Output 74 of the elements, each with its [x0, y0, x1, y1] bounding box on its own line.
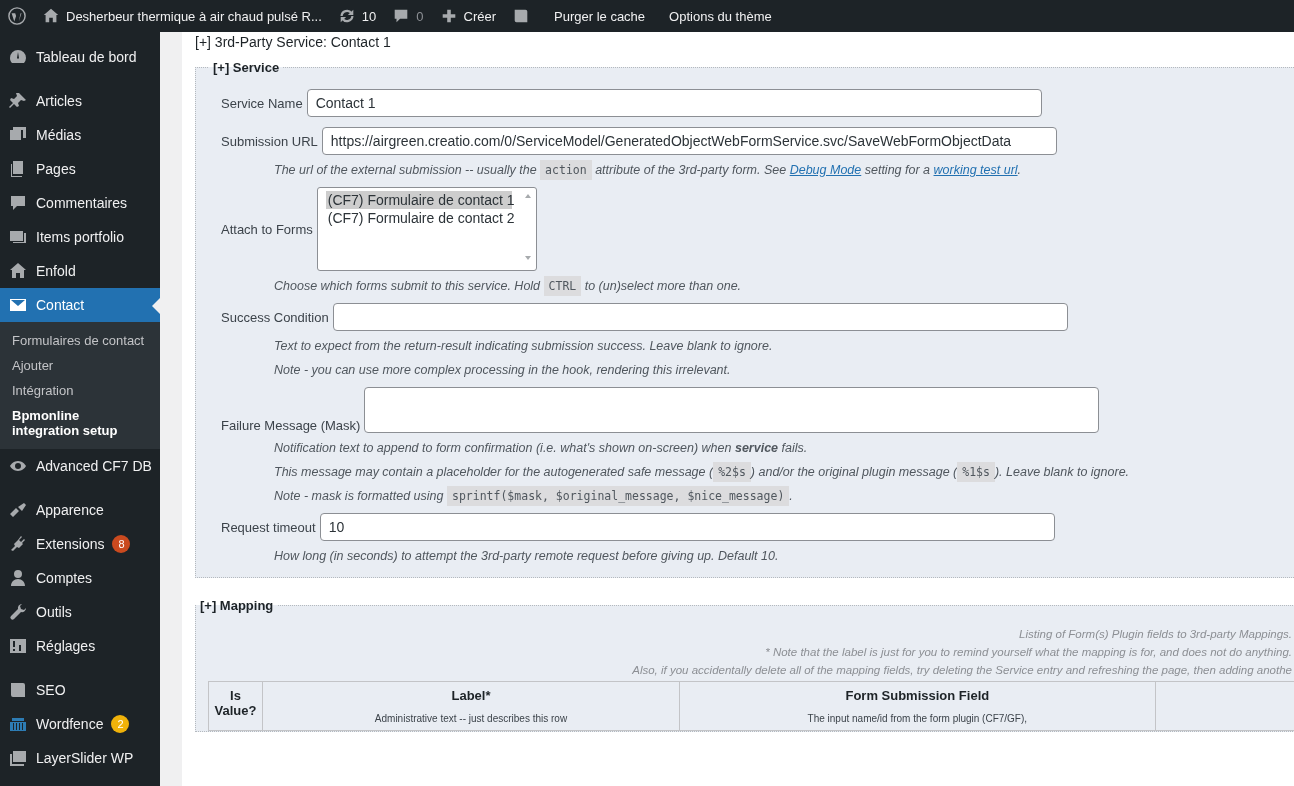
forms-listbox[interactable]: (CF7) Formulaire de contact 1 (CF7) Formulaire de contact 2 — [316, 187, 537, 271]
submenu-item[interactable]: Formulaires de contact — [0, 328, 160, 353]
new-link[interactable]: Créer — [431, 0, 505, 32]
toolbar-link[interactable]: Purger le cache — [546, 0, 654, 32]
panel-legend[interactable]: [+] Mapping — [196, 598, 278, 613]
column-header: Is Value? — [213, 688, 258, 718]
field-label: Attach to Forms — [221, 221, 313, 237]
text-field[interactable]: Contact 1 — [306, 89, 1042, 117]
list-option[interactable]: (CF7) Formulaire de contact 2 — [325, 209, 512, 227]
help-text: Note - you can use more complex processing in the hook, rendering this irrelevant. — [274, 363, 732, 377]
text-area[interactable] — [364, 387, 1100, 433]
comments-link[interactable]: 0 — [384, 0, 432, 32]
toolbar-link[interactable]: Options du thème — [661, 0, 780, 32]
field-label: Failure Message (Mask) — [221, 418, 361, 433]
help-text: Notification text to append to form confirmation (i.e. what's shown on-screen) when service fails. — [274, 441, 809, 455]
count-badge: 8 — [112, 535, 131, 553]
wordpress-logo-icon — [8, 7, 26, 25]
menu-item[interactable]: Commentaires — [0, 186, 160, 220]
updates-link[interactable]: 10 — [329, 0, 385, 32]
count-badge: 2 — [111, 715, 130, 733]
field-label: Submission URL — [221, 133, 318, 149]
note-text: * Note that the label is just for you to remind yourself what the mapping is for, and does not do anything. — [765, 646, 1292, 658]
home-icon — [8, 261, 28, 281]
pin-icon — [8, 91, 28, 111]
help-text: How long (in seconds) to attempt the 3rd-party remote request before giving up. Default 10. — [274, 549, 780, 563]
submenu-item[interactable]: Intégration — [0, 378, 160, 403]
help-text: Choose which forms submit to this service. Hold CTRL to (un)select more than one. — [274, 279, 1294, 293]
menu-item[interactable]: Items portfolio — [0, 220, 160, 254]
menu-item[interactable]: Réglages — [0, 629, 160, 663]
column-header: Form Submission Field — [844, 688, 991, 703]
text-field[interactable]: https://airgreen.creatio.com/0/ServiceModel/GeneratedObjectWebFormService.svc/SaveWebFormObjectData — [321, 127, 1057, 155]
menu-item[interactable]: Outils — [0, 595, 160, 629]
menu-item[interactable]: Wordfence 2 — [0, 707, 160, 741]
menu-item[interactable]: Articles — [0, 84, 160, 118]
site-link[interactable]: Desherbeur thermique à air chaud pulsé R... — [34, 0, 330, 32]
user-icon — [8, 568, 28, 588]
field-label: Success Condition — [221, 309, 329, 325]
wrench-icon — [8, 602, 28, 622]
submenu-item[interactable]: Bpmonline integration setup — [0, 403, 160, 443]
menu-item[interactable]: Tableau de bord — [0, 40, 160, 74]
note-text: Listing of Form(s) Plugin fields to 3rd-party Mappings. — [1019, 628, 1292, 640]
field-label: Request timeout — [221, 519, 316, 535]
field-label: Service Name — [221, 95, 303, 111]
help-text: Text to expect from the return-result indicating submission success. Leave blank to ignore. — [274, 339, 774, 353]
menu-item[interactable]: Extensions 8 — [0, 527, 160, 561]
home-icon — [42, 7, 60, 25]
scrollbar-arrows-icon — [522, 192, 533, 262]
text-field[interactable] — [332, 303, 1068, 331]
menu-item[interactable]: Advanced CF7 DB — [0, 449, 160, 483]
comment-icon — [8, 193, 28, 213]
help-text: The url of the external submission -- usually the action attribute of the 3rd-party form. See Debug Mode setting for a working test url. — [274, 163, 1294, 177]
menu-item[interactable]: Médias — [0, 118, 160, 152]
submenu-item[interactable]: Ajouter — [0, 353, 160, 378]
menu-item[interactable]: Contact — [0, 288, 160, 322]
menu-item[interactable]: Enfold — [0, 254, 160, 288]
column-header: Label* — [450, 688, 492, 703]
layers-icon — [8, 748, 28, 768]
menu-item[interactable]: SEO — [0, 673, 160, 707]
panel-legend[interactable]: [+] Service — [209, 60, 284, 75]
help-link[interactable]: Debug Mode — [789, 163, 862, 177]
note-text: Also, if you accidentally delete all of the mapping fields, try deleting the Service entry and refreshing the page, then adding anothe — [632, 664, 1292, 676]
column-subtitle: Administrative text -- just describes this row — [373, 713, 569, 724]
column-subtitle: The input name/id from the form plugin (CF7/GF), — [806, 713, 1029, 724]
sliders-icon — [8, 636, 28, 656]
menu-item[interactable]: Pages — [0, 152, 160, 186]
brush-icon — [8, 500, 28, 520]
section-title[interactable]: [+] 3rd-Party Service: Contact 1 — [195, 32, 1294, 60]
list-option[interactable]: (CF7) Formulaire de contact 1 — [325, 191, 512, 209]
menu-item[interactable]: Apparence — [0, 493, 160, 527]
menu-item[interactable]: Comptes — [0, 561, 160, 595]
help-link[interactable]: working test url — [933, 163, 1018, 177]
menu-item[interactable]: LayerSlider WP — [0, 741, 160, 775]
help-text: Note - mask is formatted using sprintf($mask, $original_message, $nice_message) . — [274, 489, 1294, 503]
text-field[interactable]: 10 — [319, 513, 1055, 541]
